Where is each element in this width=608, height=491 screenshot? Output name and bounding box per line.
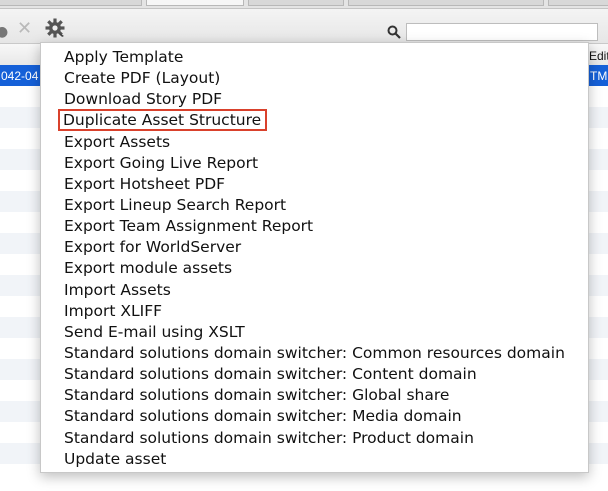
menu-item-label: Export Hotsheet PDF	[64, 174, 226, 193]
menu-item-create-pdf-layout[interactable]: Create PDF (Layout)	[41, 68, 588, 89]
menu-item-label: Standard solutions domain switcher: Cont…	[64, 365, 477, 384]
menu-item-import-xliff[interactable]: Import XLIFF	[41, 301, 588, 322]
cell-edit: TM	[590, 69, 608, 83]
menu-item-export-team-assignment-report[interactable]: Export Team Assignment Report	[41, 216, 588, 237]
cell-date: 042-04	[1, 69, 39, 83]
toolbar-edge-icon[interactable]: ●	[0, 25, 8, 39]
menu-item-label: Standard solutions domain switcher: Glob…	[64, 386, 450, 405]
menu-item-label: Download Story PDF	[64, 90, 223, 109]
tab-5[interactable]	[548, 0, 608, 6]
menu-item-label: Export Team Assignment Report	[64, 217, 314, 236]
tab-1[interactable]	[0, 0, 142, 6]
menu-item-label: Update asset	[64, 449, 167, 468]
menu-item-export-assets[interactable]: Export Assets	[41, 132, 588, 153]
actions-menu: Apply Template Create PDF (Layout) Downloa…	[40, 42, 589, 473]
toolbar: ● ✕	[0, 9, 608, 44]
menu-item-label: Export Assets	[64, 132, 171, 151]
search-icon	[387, 25, 401, 39]
tab-2[interactable]	[146, 0, 244, 6]
menu-item-update-asset[interactable]: Update asset	[41, 449, 588, 470]
menu-item-apply-template[interactable]: Apply Template	[41, 47, 588, 68]
menu-item-label: Import XLIFF	[64, 301, 163, 320]
menu-item-download-story-pdf[interactable]: Download Story PDF	[41, 89, 588, 110]
menu-item-standard-solutions-domain-switcher-media-domain[interactable]: Standard solutions domain switcher: Medi…	[41, 406, 588, 427]
menu-item-export-hotsheet-pdf[interactable]: Export Hotsheet PDF	[41, 174, 588, 195]
menu-item-label: Standard solutions domain switcher: Comm…	[64, 343, 565, 362]
menu-item-send-e-mail-using-xslt[interactable]: Send E-mail using XSLT	[41, 322, 588, 343]
tab-strip	[0, 0, 608, 9]
menu-item-standard-solutions-domain-switcher-global-share[interactable]: Standard solutions domain switcher: Glob…	[41, 385, 588, 406]
search-input[interactable]	[406, 23, 598, 41]
menu-item-label: Create PDF (Layout)	[64, 69, 221, 88]
menu-item-label: Export module assets	[64, 259, 233, 278]
menu-item-label: Export for WorldServer	[64, 238, 242, 257]
column-header-edit[interactable]: Edit	[589, 49, 608, 63]
close-icon[interactable]: ✕	[17, 20, 32, 38]
menu-item-label: Apply Template	[64, 48, 184, 66]
app-window: ● ✕ Edit 042-04 TM Apply Template Create…	[0, 0, 608, 491]
gear-icon[interactable]	[44, 17, 66, 39]
menu-item-label: Duplicate Asset Structure	[57, 109, 268, 132]
menu-item-duplicate-asset-structure[interactable]: Duplicate Asset Structure	[41, 109, 588, 132]
menu-item-standard-solutions-domain-switcher-product-domain[interactable]: Standard solutions domain switcher: Prod…	[41, 428, 588, 449]
menu-item-export-lineup-search-report[interactable]: Export Lineup Search Report	[41, 195, 588, 216]
tab-3[interactable]	[248, 0, 344, 6]
tab-4[interactable]	[348, 0, 544, 6]
menu-item-label: Standard solutions domain switcher: Prod…	[64, 428, 474, 447]
menu-item-export-module-assets[interactable]: Export module assets	[41, 258, 588, 279]
menu-item-standard-solutions-domain-switcher-content-domain[interactable]: Standard solutions domain switcher: Cont…	[41, 364, 588, 385]
menu-item-export-going-live-report[interactable]: Export Going Live Report	[41, 153, 588, 174]
menu-item-export-for-worldserver[interactable]: Export for WorldServer	[41, 237, 588, 258]
menu-item-label: Export Lineup Search Report	[64, 195, 287, 214]
menu-item-import-assets[interactable]: Import Assets	[41, 280, 588, 301]
menu-item-label: Export Going Live Report	[64, 153, 259, 172]
menu-item-standard-solutions-domain-switcher-common-resources-domain[interactable]: Standard solutions domain switcher: Comm…	[41, 343, 588, 364]
menu-item-label: Send E-mail using XSLT	[64, 322, 245, 341]
menu-item-label: Import Assets	[64, 280, 171, 299]
menu-item-label: Standard solutions domain switcher: Medi…	[64, 407, 462, 426]
